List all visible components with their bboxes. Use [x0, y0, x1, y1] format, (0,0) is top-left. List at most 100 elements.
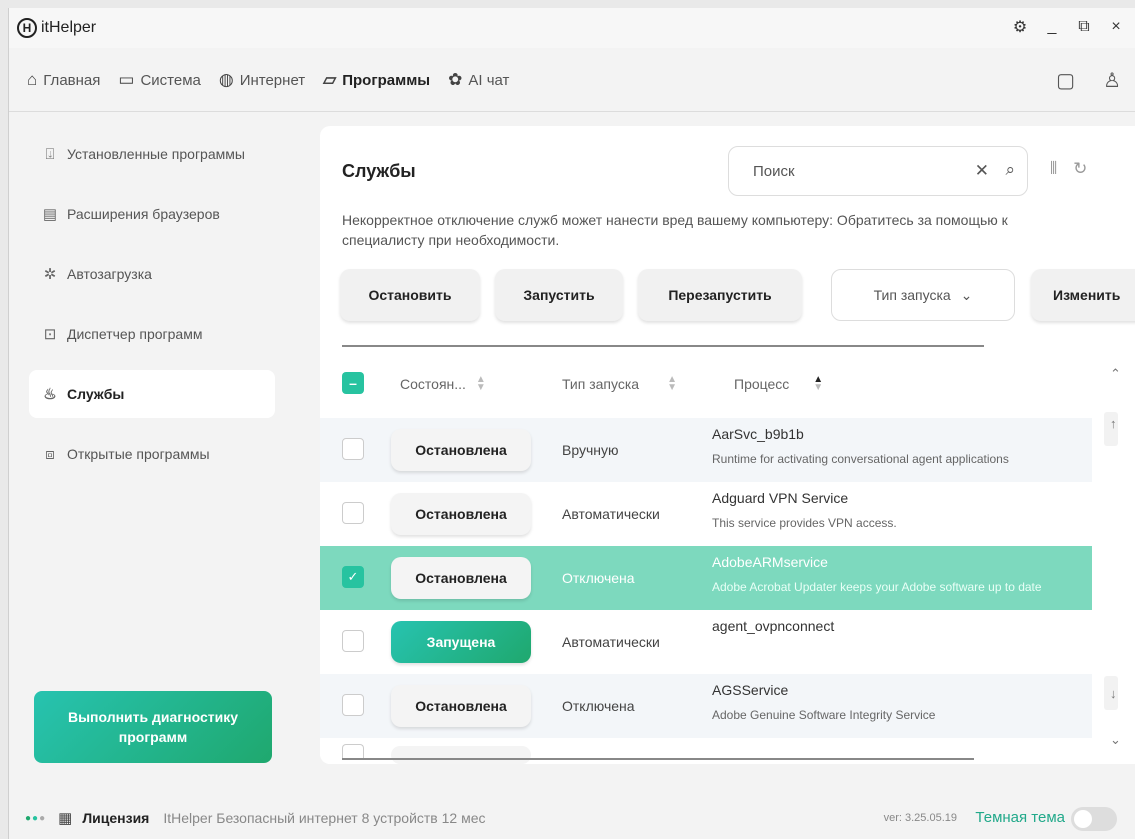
status-badge[interactable] — [391, 746, 531, 764]
globe-icon: ◍ — [218, 70, 234, 89]
table-row[interactable] — [320, 738, 1092, 764]
status-badge[interactable]: Остановлена — [391, 429, 531, 471]
sidebar-item-extensions[interactable]: ▤ Расширения браузеров — [29, 190, 275, 238]
row-checkbox[interactable] — [342, 744, 364, 758]
sidebar-item-label: Службы — [67, 386, 125, 402]
logo-icon: H — [17, 18, 37, 38]
nav-internet[interactable]: ◍ Интернет — [219, 70, 305, 90]
process-name: AdobeARMservice — [712, 554, 828, 570]
autostart-icon: ✲ — [43, 266, 57, 283]
column-process-label: Процесс — [734, 376, 790, 392]
folder-icon: ▱ — [323, 70, 337, 89]
version-label: ver: 3.25.05.19 — [883, 812, 957, 824]
table-row[interactable]: Остановлена Вручную AarSvc_b9b1b Runtime… — [320, 418, 1092, 482]
select-all-checkbox[interactable]: – — [342, 372, 364, 394]
table-header: – Состоян... ▲ ▼ Тип запуска ▲ ▼ Процесс ▲ ▼ — [320, 362, 1100, 406]
sidebar-item-label: Автозагрузка — [67, 266, 152, 282]
row-checkbox[interactable] — [342, 438, 364, 460]
row-checkbox[interactable] — [342, 694, 364, 716]
search-icon[interactable]: ⌕ — [1005, 160, 1015, 180]
close-button[interactable]: × — [1105, 16, 1127, 38]
sort-icon: ▲ ▼ — [475, 374, 486, 393]
table-row[interactable]: ✓ Остановлена Отключена AdobeARMservice … — [320, 546, 1092, 610]
scroll-to-bottom-icon[interactable]: ⌄ — [1110, 732, 1121, 748]
warning-text: Некорректное отключение служб может нане… — [342, 212, 1008, 248]
title-bar: H itHelper ⚙ _ ⧉ × — [9, 8, 1135, 48]
row-checkbox[interactable]: ✓ — [342, 566, 364, 588]
columns-icon[interactable]: ⫴ — [1050, 159, 1057, 179]
sidebar-item-label: Диспетчер программ — [67, 326, 203, 342]
scroll-down-icon[interactable]: ↓ — [1110, 686, 1117, 701]
open-programs-icon: ⧈ — [45, 445, 55, 463]
table-row[interactable]: Остановлена Отключена AGSService Adobe G… — [320, 674, 1092, 738]
status-badge[interactable]: Остановлена — [391, 493, 531, 535]
startup-type-cell: Отключена — [562, 570, 635, 586]
sidebar-item-services[interactable]: ♨ Службы — [29, 370, 275, 418]
nav-ai-chat-label: AI чат — [468, 71, 510, 89]
sort-icon: ▲ ▼ — [667, 374, 677, 393]
table-row[interactable]: Остановлена Автоматически Adguard VPN Se… — [320, 482, 1092, 546]
check-icon: ✓ — [347, 569, 359, 584]
dark-theme-toggle[interactable] — [1071, 807, 1117, 831]
status-badge[interactable]: Остановлена — [391, 685, 531, 727]
app-logo: H itHelper — [17, 18, 96, 38]
sidebar-item-open-programs[interactable]: ⧈ Открытые программы — [29, 430, 275, 478]
nav-programs[interactable]: ▱ Программы — [323, 70, 430, 90]
sidebar-item-installed[interactable]: ⍗ Установленные программы — [29, 130, 275, 178]
scroll-up-icon[interactable]: ↑ — [1110, 416, 1117, 431]
search-input[interactable]: Поиск ✕ ⌕ — [728, 146, 1028, 196]
sort-asc-icon: ▲ ▼ — [813, 374, 824, 393]
row-checkbox[interactable] — [342, 502, 364, 524]
status-badge[interactable]: Остановлена — [391, 557, 531, 599]
sidebar: ⍗ Установленные программы ▤ Расширения бра… — [29, 130, 275, 490]
status-bar: ●●● ▦ Лицензия ItHelper Безопасный интер… — [9, 798, 1135, 838]
startup-type-dropdown[interactable]: Тип запуска ⌄ — [831, 269, 1015, 321]
refresh-icon[interactable]: ↻ — [1073, 159, 1087, 179]
license-label[interactable]: Лицензия — [82, 810, 149, 826]
status-badge[interactable]: Запущена — [391, 621, 531, 663]
horizontal-scrollbar-top[interactable] — [342, 345, 984, 347]
toggle-knob — [1074, 810, 1092, 828]
nav-programs-label: Программы — [342, 71, 431, 89]
chevron-down-icon: ⌄ — [960, 286, 973, 303]
chat-icon[interactable]: ▢ — [1056, 68, 1075, 93]
nav-home[interactable]: ⌂ Главная — [27, 70, 100, 90]
popout-icon[interactable]: ⧉ — [1073, 16, 1095, 38]
start-button[interactable]: Запустить — [495, 269, 623, 321]
ai-icon: ✿ — [448, 70, 463, 89]
nav-system[interactable]: ▭ Система — [118, 70, 200, 90]
vertical-scrollbar[interactable]: ⌃ ↑ ↓ ⌄ — [1100, 362, 1135, 764]
restart-button[interactable]: Перезапустить — [638, 269, 802, 321]
sidebar-item-label: Установленные программы — [67, 146, 245, 162]
calendar-icon: ▦ — [58, 810, 73, 827]
nav-divider — [9, 111, 1135, 112]
startup-type-cell: Автоматически — [562, 506, 660, 522]
column-startup-type[interactable]: Тип запуска ▲ ▼ — [562, 374, 677, 393]
startup-type-cell: Автоматически — [562, 634, 660, 650]
column-state[interactable]: Состоян... ▲ ▼ — [400, 374, 486, 393]
nav-ai-chat[interactable]: ✿ AI чат — [448, 70, 509, 90]
license-text: ItHelper Безопасный интернет 8 устройств… — [163, 810, 486, 826]
table-row[interactable]: Запущена Автоматически agent_ovpnconnect — [320, 610, 1092, 674]
user-icon[interactable]: ♙ — [1103, 68, 1121, 93]
process-description: Adobe Genuine Software Integrity Service — [712, 708, 936, 722]
process-description: Runtime for activating conversational ag… — [712, 452, 1009, 466]
gear-icon[interactable]: ⚙ — [1009, 16, 1031, 38]
clear-icon[interactable]: ✕ — [975, 161, 989, 181]
search-placeholder: Поиск — [753, 162, 795, 180]
change-button[interactable]: Изменить — [1031, 269, 1135, 321]
process-name: Adguard VPN Service — [712, 490, 849, 506]
minimize-button[interactable]: _ — [1041, 16, 1063, 38]
app-window: H itHelper ⚙ _ ⧉ × ⌂ Главная ▭ Система ◍ Ин… — [8, 8, 1135, 839]
run-diagnostics-button[interactable]: Выполнить диагностику программ — [34, 691, 272, 763]
top-nav: ⌂ Главная ▭ Система ◍ Интернет ▱ Программы ✿… — [9, 56, 1135, 104]
process-description: Adobe Acrobat Updater keeps your Adobe s… — [712, 580, 1042, 594]
sidebar-item-task-manager[interactable]: ⊡ Диспетчер программ — [29, 310, 275, 358]
process-name: agent_ovpnconnect — [712, 618, 835, 634]
horizontal-scrollbar-bottom[interactable] — [342, 758, 974, 760]
row-checkbox[interactable] — [342, 630, 364, 652]
scroll-to-top-icon[interactable]: ⌃ — [1110, 366, 1121, 382]
sidebar-item-autostart[interactable]: ✲ Автозагрузка — [29, 250, 275, 298]
column-process[interactable]: Процесс ▲ ▼ — [734, 374, 824, 393]
stop-button[interactable]: Остановить — [340, 269, 480, 321]
